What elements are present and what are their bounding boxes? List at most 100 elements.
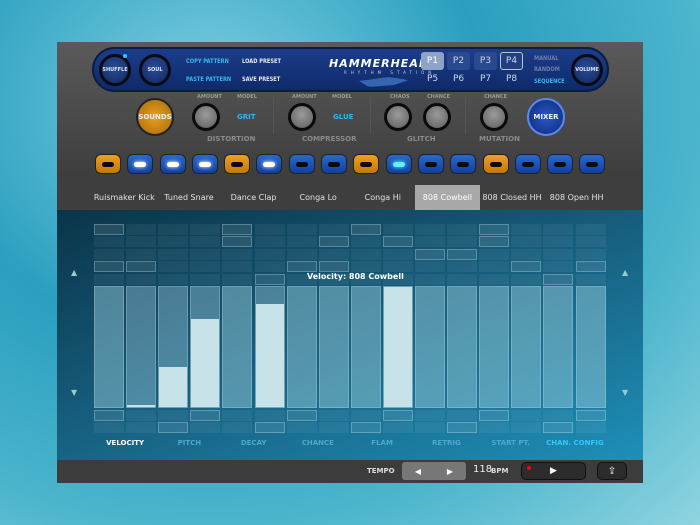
step-button-10[interactable] xyxy=(385,154,412,174)
grid-cell[interactable] xyxy=(479,224,510,235)
grid-cell[interactable] xyxy=(575,224,606,235)
grid-cell[interactable] xyxy=(286,422,317,434)
velocity-bar[interactable] xyxy=(350,286,381,408)
grid-cell[interactable] xyxy=(415,261,445,273)
velocity-bar[interactable] xyxy=(94,286,124,408)
mixer-button[interactable]: MIXER xyxy=(527,98,565,136)
compressor-amount-knob[interactable] xyxy=(288,103,316,131)
grid-cell[interactable] xyxy=(222,248,253,260)
grid-cell[interactable] xyxy=(158,248,189,260)
grid-cell[interactable] xyxy=(543,422,574,434)
grid-cell[interactable] xyxy=(254,224,285,235)
grid-cell[interactable] xyxy=(543,261,574,273)
grid-cell[interactable] xyxy=(575,422,606,434)
mode-random[interactable]: RANDOM xyxy=(534,66,560,73)
step-column[interactable] xyxy=(414,224,446,434)
grid-cell[interactable] xyxy=(447,236,478,248)
grid-cell[interactable] xyxy=(94,273,124,285)
grid-cell[interactable] xyxy=(350,273,381,285)
grid-cell[interactable] xyxy=(222,224,253,235)
step-column[interactable] xyxy=(510,224,542,434)
grid-cell[interactable] xyxy=(318,224,349,235)
grid-cell[interactable] xyxy=(543,236,574,248)
grid-cell[interactable] xyxy=(382,224,413,235)
pattern-p1[interactable]: P1 xyxy=(421,52,444,70)
grid-cell[interactable] xyxy=(479,261,510,273)
step-column[interactable] xyxy=(286,224,318,434)
grid-cell[interactable] xyxy=(447,410,478,421)
grid-cell[interactable] xyxy=(350,236,381,248)
grid-cell[interactable] xyxy=(286,236,317,248)
grid-cell[interactable] xyxy=(382,422,413,434)
grid-cell[interactable] xyxy=(94,261,124,273)
grid-cell[interactable] xyxy=(479,248,510,260)
grid-cell[interactable] xyxy=(222,236,253,248)
grid-cell[interactable] xyxy=(318,422,349,434)
grid-cell[interactable] xyxy=(94,224,124,235)
velocity-bar[interactable] xyxy=(543,286,574,408)
grid-cell[interactable] xyxy=(382,261,413,273)
grid-cell[interactable] xyxy=(447,261,478,273)
grid-cell[interactable] xyxy=(575,236,606,248)
step-button-9[interactable] xyxy=(353,154,380,174)
grid-cell[interactable] xyxy=(511,236,542,248)
mutation-chance-knob[interactable] xyxy=(480,103,508,131)
step-button-14[interactable] xyxy=(514,154,541,174)
play-button[interactable]: ▶ xyxy=(521,462,586,480)
grid-cell[interactable] xyxy=(415,224,445,235)
step-column[interactable] xyxy=(254,224,286,434)
grid-cell[interactable] xyxy=(254,261,285,273)
grid-cell[interactable] xyxy=(222,410,253,421)
grid-cell[interactable] xyxy=(286,248,317,260)
pattern-p7[interactable]: P7 xyxy=(480,74,491,84)
grid-cell[interactable] xyxy=(447,273,478,285)
grid-cell[interactable] xyxy=(158,261,189,273)
pattern-p3[interactable]: P3 xyxy=(474,52,497,70)
grid-cell[interactable] xyxy=(254,422,285,434)
grid-cell[interactable] xyxy=(415,236,445,248)
grid-cell[interactable] xyxy=(511,261,542,273)
grid-cell[interactable] xyxy=(511,422,542,434)
distortion-model-select[interactable]: GRIT xyxy=(237,113,256,121)
step-button-4[interactable] xyxy=(191,154,218,174)
velocity-bar[interactable] xyxy=(190,286,221,408)
grid-cell[interactable] xyxy=(286,224,317,235)
velocity-bar[interactable] xyxy=(254,286,285,408)
grid-cell[interactable] xyxy=(447,422,478,434)
param-tab[interactable]: VELOCITY xyxy=(93,439,157,447)
pattern-p5[interactable]: P5 xyxy=(427,74,438,84)
track-tab[interactable]: Conga Lo xyxy=(286,185,351,210)
track-tab[interactable]: 808 Closed HH xyxy=(480,185,545,210)
param-tab[interactable]: PITCH xyxy=(157,439,221,447)
grid-cell[interactable] xyxy=(222,422,253,434)
velocity-bar[interactable] xyxy=(382,286,413,408)
step-column[interactable] xyxy=(446,224,478,434)
grid-cell[interactable] xyxy=(543,273,574,285)
grid-cell[interactable] xyxy=(158,236,189,248)
pattern-p8[interactable]: P8 xyxy=(506,74,517,84)
grid-cell[interactable] xyxy=(318,273,349,285)
pattern-p2[interactable]: P2 xyxy=(447,52,470,70)
grid-cell[interactable] xyxy=(318,248,349,260)
grid-cell[interactable] xyxy=(254,410,285,421)
step-column[interactable] xyxy=(575,224,607,434)
step-button-5[interactable] xyxy=(224,154,251,174)
grid-cell[interactable] xyxy=(382,273,413,285)
grid-cell[interactable] xyxy=(511,224,542,235)
velocity-bar[interactable] xyxy=(126,286,157,408)
velocity-bar[interactable] xyxy=(575,286,606,408)
grid-cell[interactable] xyxy=(126,273,157,285)
grid-cell[interactable] xyxy=(543,248,574,260)
step-button-16[interactable] xyxy=(579,154,606,174)
step-column[interactable] xyxy=(189,224,221,434)
load-preset-button[interactable]: LOAD PRESET xyxy=(242,58,281,65)
grid-cell[interactable] xyxy=(415,410,445,421)
velocity-bar[interactable] xyxy=(318,286,349,408)
grid-cell[interactable] xyxy=(479,273,510,285)
sounds-button[interactable]: SOUNDS xyxy=(136,98,174,136)
param-tab[interactable]: DECAY xyxy=(222,439,286,447)
track-tab[interactable]: Tuned Snare xyxy=(157,185,222,210)
step-column[interactable] xyxy=(382,224,414,434)
distortion-amount-knob[interactable] xyxy=(192,103,220,131)
grid-cell[interactable] xyxy=(222,261,253,273)
